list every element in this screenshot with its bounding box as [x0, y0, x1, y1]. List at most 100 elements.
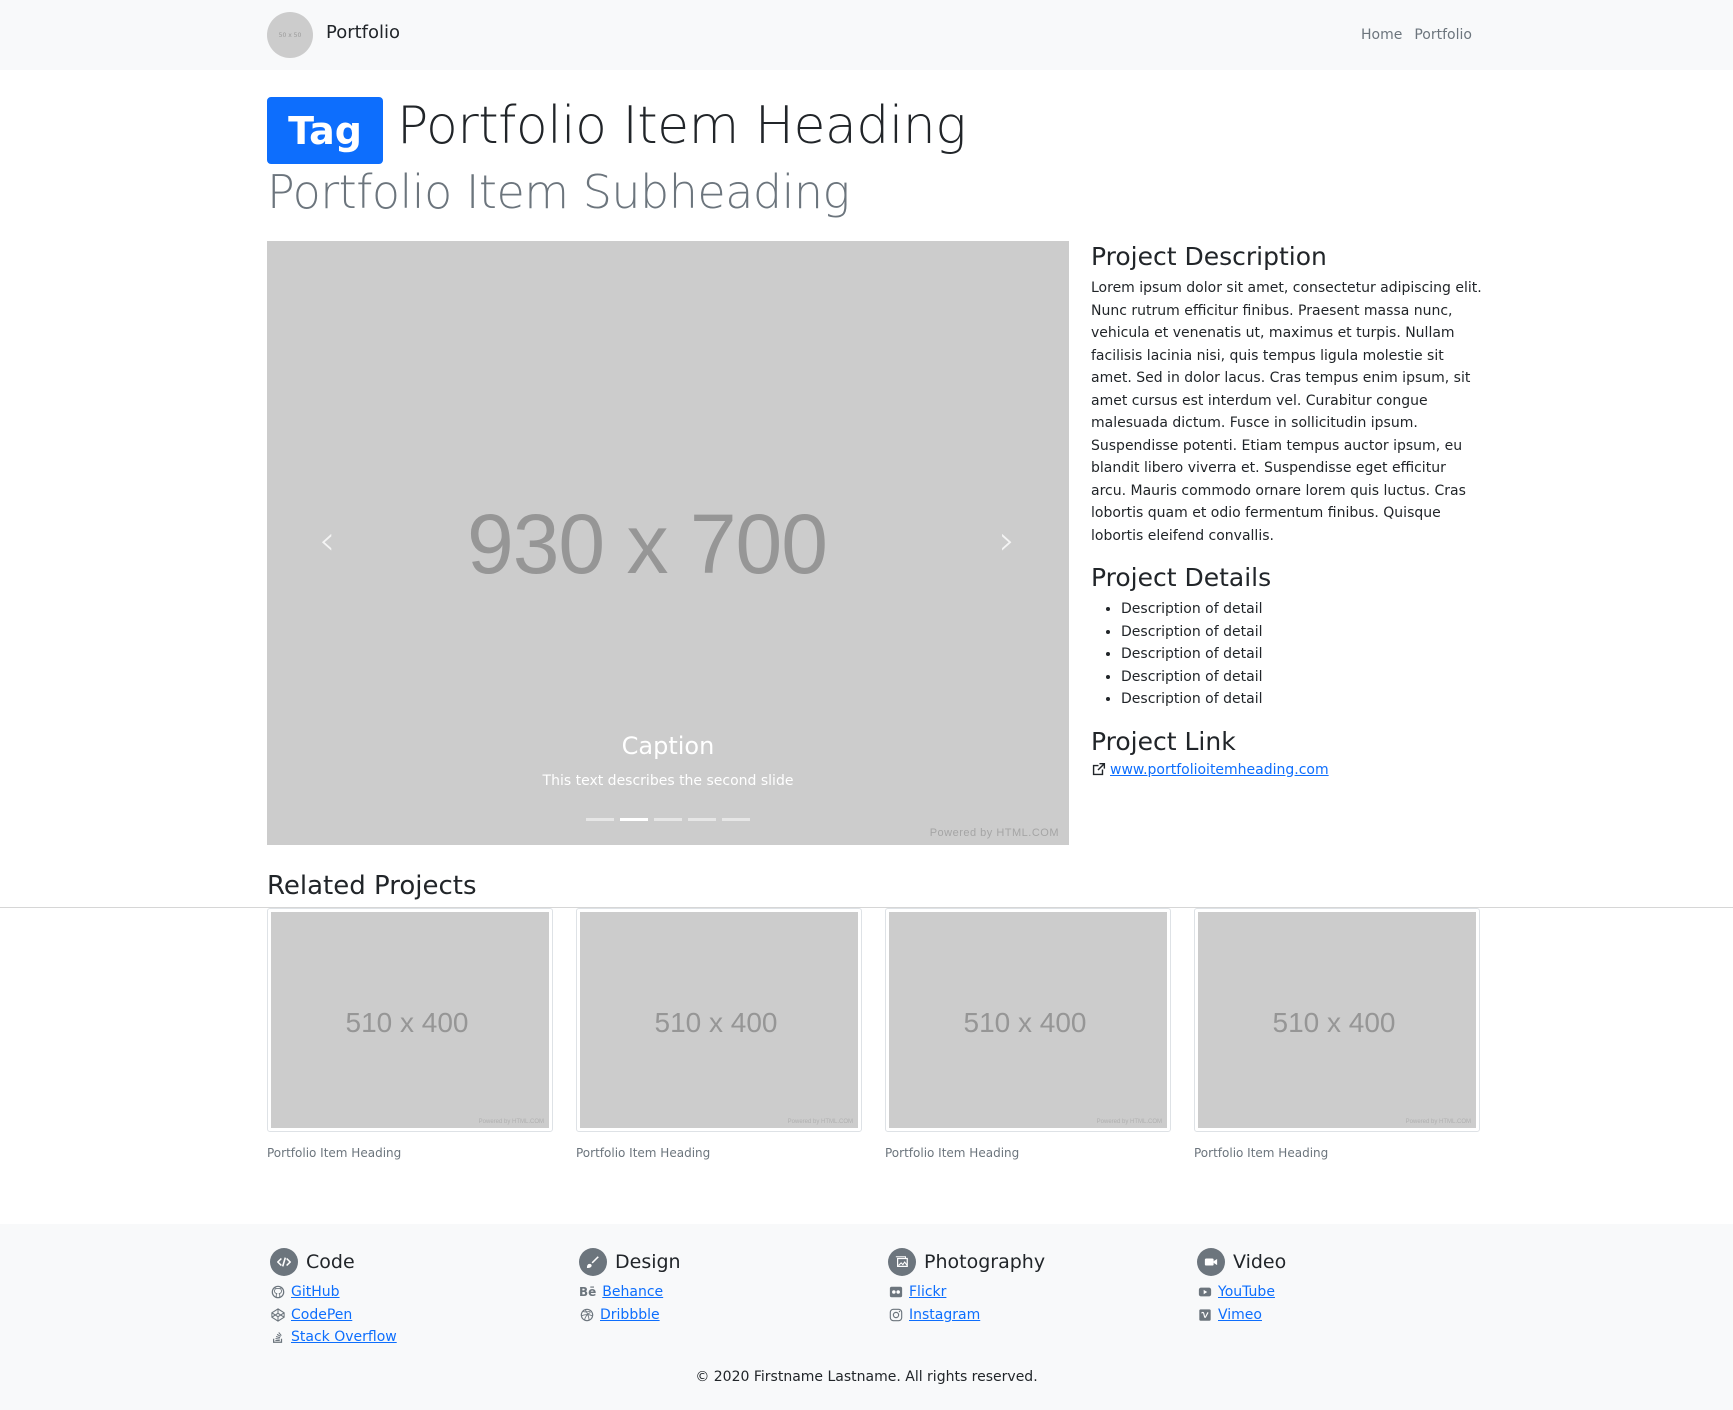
footer-heading: Design	[579, 1248, 681, 1276]
carousel-prev-icon[interactable]: ‹	[307, 521, 347, 561]
carousel-indicator-3[interactable]	[654, 818, 682, 821]
footer-column-code: Code GitHub CodePen Stack Overflow	[270, 1248, 397, 1349]
dribbble-icon	[579, 1307, 594, 1322]
footer-link-row: GitHub	[270, 1281, 397, 1304]
footer-link-instagram[interactable]: Instagram	[909, 1307, 980, 1323]
footer-heading-label: Design	[615, 1251, 681, 1273]
thumb-image: 510 x 400 Powered by HTML.COM	[271, 912, 549, 1128]
project-details-title: Project Details	[1091, 563, 1272, 592]
footer-link-row: Dribbble	[579, 1304, 681, 1327]
carousel-next-icon[interactable]: ›	[987, 521, 1027, 561]
brand-logo[interactable]: 50 x 50	[267, 12, 313, 58]
nav-link-home[interactable]: Home	[1361, 27, 1402, 43]
footer-link-dribbble[interactable]: Dribbble	[600, 1307, 660, 1323]
page-title: Portfolio Item Heading	[397, 96, 966, 156]
youtube-icon	[1197, 1285, 1212, 1300]
footer-link-row: Stack Overflow	[270, 1326, 397, 1349]
images-icon	[888, 1248, 916, 1276]
thumb-powered-text: Powered by HTML.COM	[478, 1119, 544, 1125]
related-projects-title: Related Projects	[267, 871, 477, 901]
video-icon	[1197, 1248, 1225, 1276]
project-description-text: Lorem ipsum dolor sit amet, consectetur …	[1091, 280, 1482, 544]
related-caption-2[interactable]: Portfolio Item Heading	[576, 1146, 710, 1160]
footer-column-video: Video YouTube Vimeo	[1197, 1248, 1286, 1326]
list-item: Description of detail	[1121, 666, 1491, 689]
codepen-icon	[270, 1307, 285, 1322]
nav-link-portfolio[interactable]: Portfolio	[1414, 27, 1472, 43]
footer-links: GitHub CodePen Stack Overflow	[270, 1281, 397, 1349]
footer-heading: Code	[270, 1248, 397, 1276]
carousel-indicator-2[interactable]	[620, 818, 648, 821]
thumb-powered-text: Powered by HTML.COM	[1405, 1119, 1471, 1125]
image-carousel[interactable]: 930 x 700 ‹ › Caption This text describe…	[267, 241, 1069, 845]
footer-link-codepen[interactable]: CodePen	[291, 1307, 352, 1323]
project-description-title: Project Description	[1091, 242, 1327, 271]
related-thumb-1[interactable]: 510 x 400 Powered by HTML.COM	[267, 908, 553, 1132]
list-item: Description of detail	[1121, 621, 1491, 644]
footer-heading: Video	[1197, 1248, 1286, 1276]
footer-link-row: Flickr	[888, 1281, 1045, 1304]
footer-heading-label: Photography	[924, 1251, 1046, 1273]
thumb-placeholder-text: 510 x 400	[963, 1007, 1087, 1038]
footer-link-row: Vimeo	[1197, 1304, 1286, 1327]
vimeo-icon	[1197, 1307, 1212, 1322]
related-thumb-2[interactable]: 510 x 400 Powered by HTML.COM	[576, 908, 862, 1132]
footer-heading: Photography	[888, 1248, 1045, 1276]
thumb-powered-text: Powered by HTML.COM	[1096, 1119, 1162, 1125]
related-caption-3[interactable]: Portfolio Item Heading	[885, 1146, 1019, 1160]
project-link[interactable]: www.portfolioitemheading.com	[1110, 762, 1329, 778]
copyright-text: © 2020 Firstname Lastname. All rights re…	[695, 1369, 1038, 1385]
instagram-icon	[888, 1307, 903, 1322]
brush-icon	[579, 1248, 607, 1276]
footer-links: Bē Behance Dribbble	[579, 1281, 681, 1326]
footer-link-vimeo[interactable]: Vimeo	[1218, 1307, 1262, 1323]
footer-links: YouTube Vimeo	[1197, 1281, 1286, 1326]
flickr-icon	[888, 1285, 903, 1300]
footer-link-flickr[interactable]: Flickr	[909, 1284, 946, 1300]
related-thumb-3[interactable]: 510 x 400 Powered by HTML.COM	[885, 908, 1171, 1132]
footer-heading-label: Code	[306, 1251, 355, 1273]
footer-column-design: Design Bē Behance Dribbble	[579, 1248, 681, 1326]
carousel-indicator-5[interactable]	[722, 818, 750, 821]
list-item: Description of detail	[1121, 688, 1491, 711]
nav-links: Home Portfolio	[1361, 27, 1472, 43]
carousel-powered-text: Powered by HTML.COM	[929, 827, 1059, 839]
project-details-list: Description of detail Description of det…	[1091, 598, 1491, 711]
related-caption-4[interactable]: Portfolio Item Heading	[1194, 1146, 1328, 1160]
page-subtitle: Portfolio Item Subheading	[267, 165, 850, 219]
footer-link-behance[interactable]: Behance	[602, 1284, 663, 1300]
related-caption-1[interactable]: Portfolio Item Heading	[267, 1146, 401, 1160]
navbar: 50 x 50 Portfolio Home Portfolio	[0, 0, 1733, 70]
thumb-placeholder-text: 510 x 400	[1272, 1007, 1396, 1038]
footer-link-row: Instagram	[888, 1304, 1045, 1327]
carousel-placeholder-text: 930 x 700	[467, 497, 828, 591]
footer-column-photography: Photography Flickr Instagram	[888, 1248, 1045, 1326]
thumb-powered-text: Powered by HTML.COM	[787, 1119, 853, 1125]
footer-heading-label: Video	[1233, 1251, 1287, 1273]
code-icon	[270, 1248, 298, 1276]
footer-link-github[interactable]: GitHub	[291, 1284, 340, 1300]
list-item: Description of detail	[1121, 598, 1491, 621]
footer-link-row: Bē Behance	[579, 1281, 681, 1304]
related-thumb-4[interactable]: 510 x 400 Powered by HTML.COM	[1194, 908, 1480, 1132]
project-link-row: www.portfolioitemheading.com	[1091, 762, 1491, 778]
github-icon	[270, 1285, 285, 1300]
carousel-caption-text: This text describes the second slide	[542, 773, 794, 789]
carousel-caption-title: Caption	[621, 732, 715, 760]
footer-link-stackoverflow[interactable]: Stack Overflow	[291, 1329, 397, 1345]
footer-link-youtube[interactable]: YouTube	[1218, 1284, 1275, 1300]
thumb-image: 510 x 400 Powered by HTML.COM	[1198, 912, 1476, 1128]
list-item: Description of detail	[1121, 643, 1491, 666]
carousel-indicator-4[interactable]	[688, 818, 716, 821]
stackoverflow-icon	[270, 1330, 285, 1345]
carousel-indicator-1[interactable]	[586, 818, 614, 821]
footer-link-row: CodePen	[270, 1304, 397, 1327]
thumb-image: 510 x 400 Powered by HTML.COM	[889, 912, 1167, 1128]
footer-links: Flickr Instagram	[888, 1281, 1045, 1326]
project-info: Project Description Lorem ipsum dolor si…	[1091, 242, 1491, 778]
brand-name[interactable]: Portfolio	[326, 22, 400, 43]
tag-badge: Tag	[267, 97, 383, 164]
thumb-placeholder-text: 510 x 400	[654, 1007, 778, 1038]
external-link-icon	[1092, 762, 1106, 776]
footer-link-row: YouTube	[1197, 1281, 1286, 1304]
